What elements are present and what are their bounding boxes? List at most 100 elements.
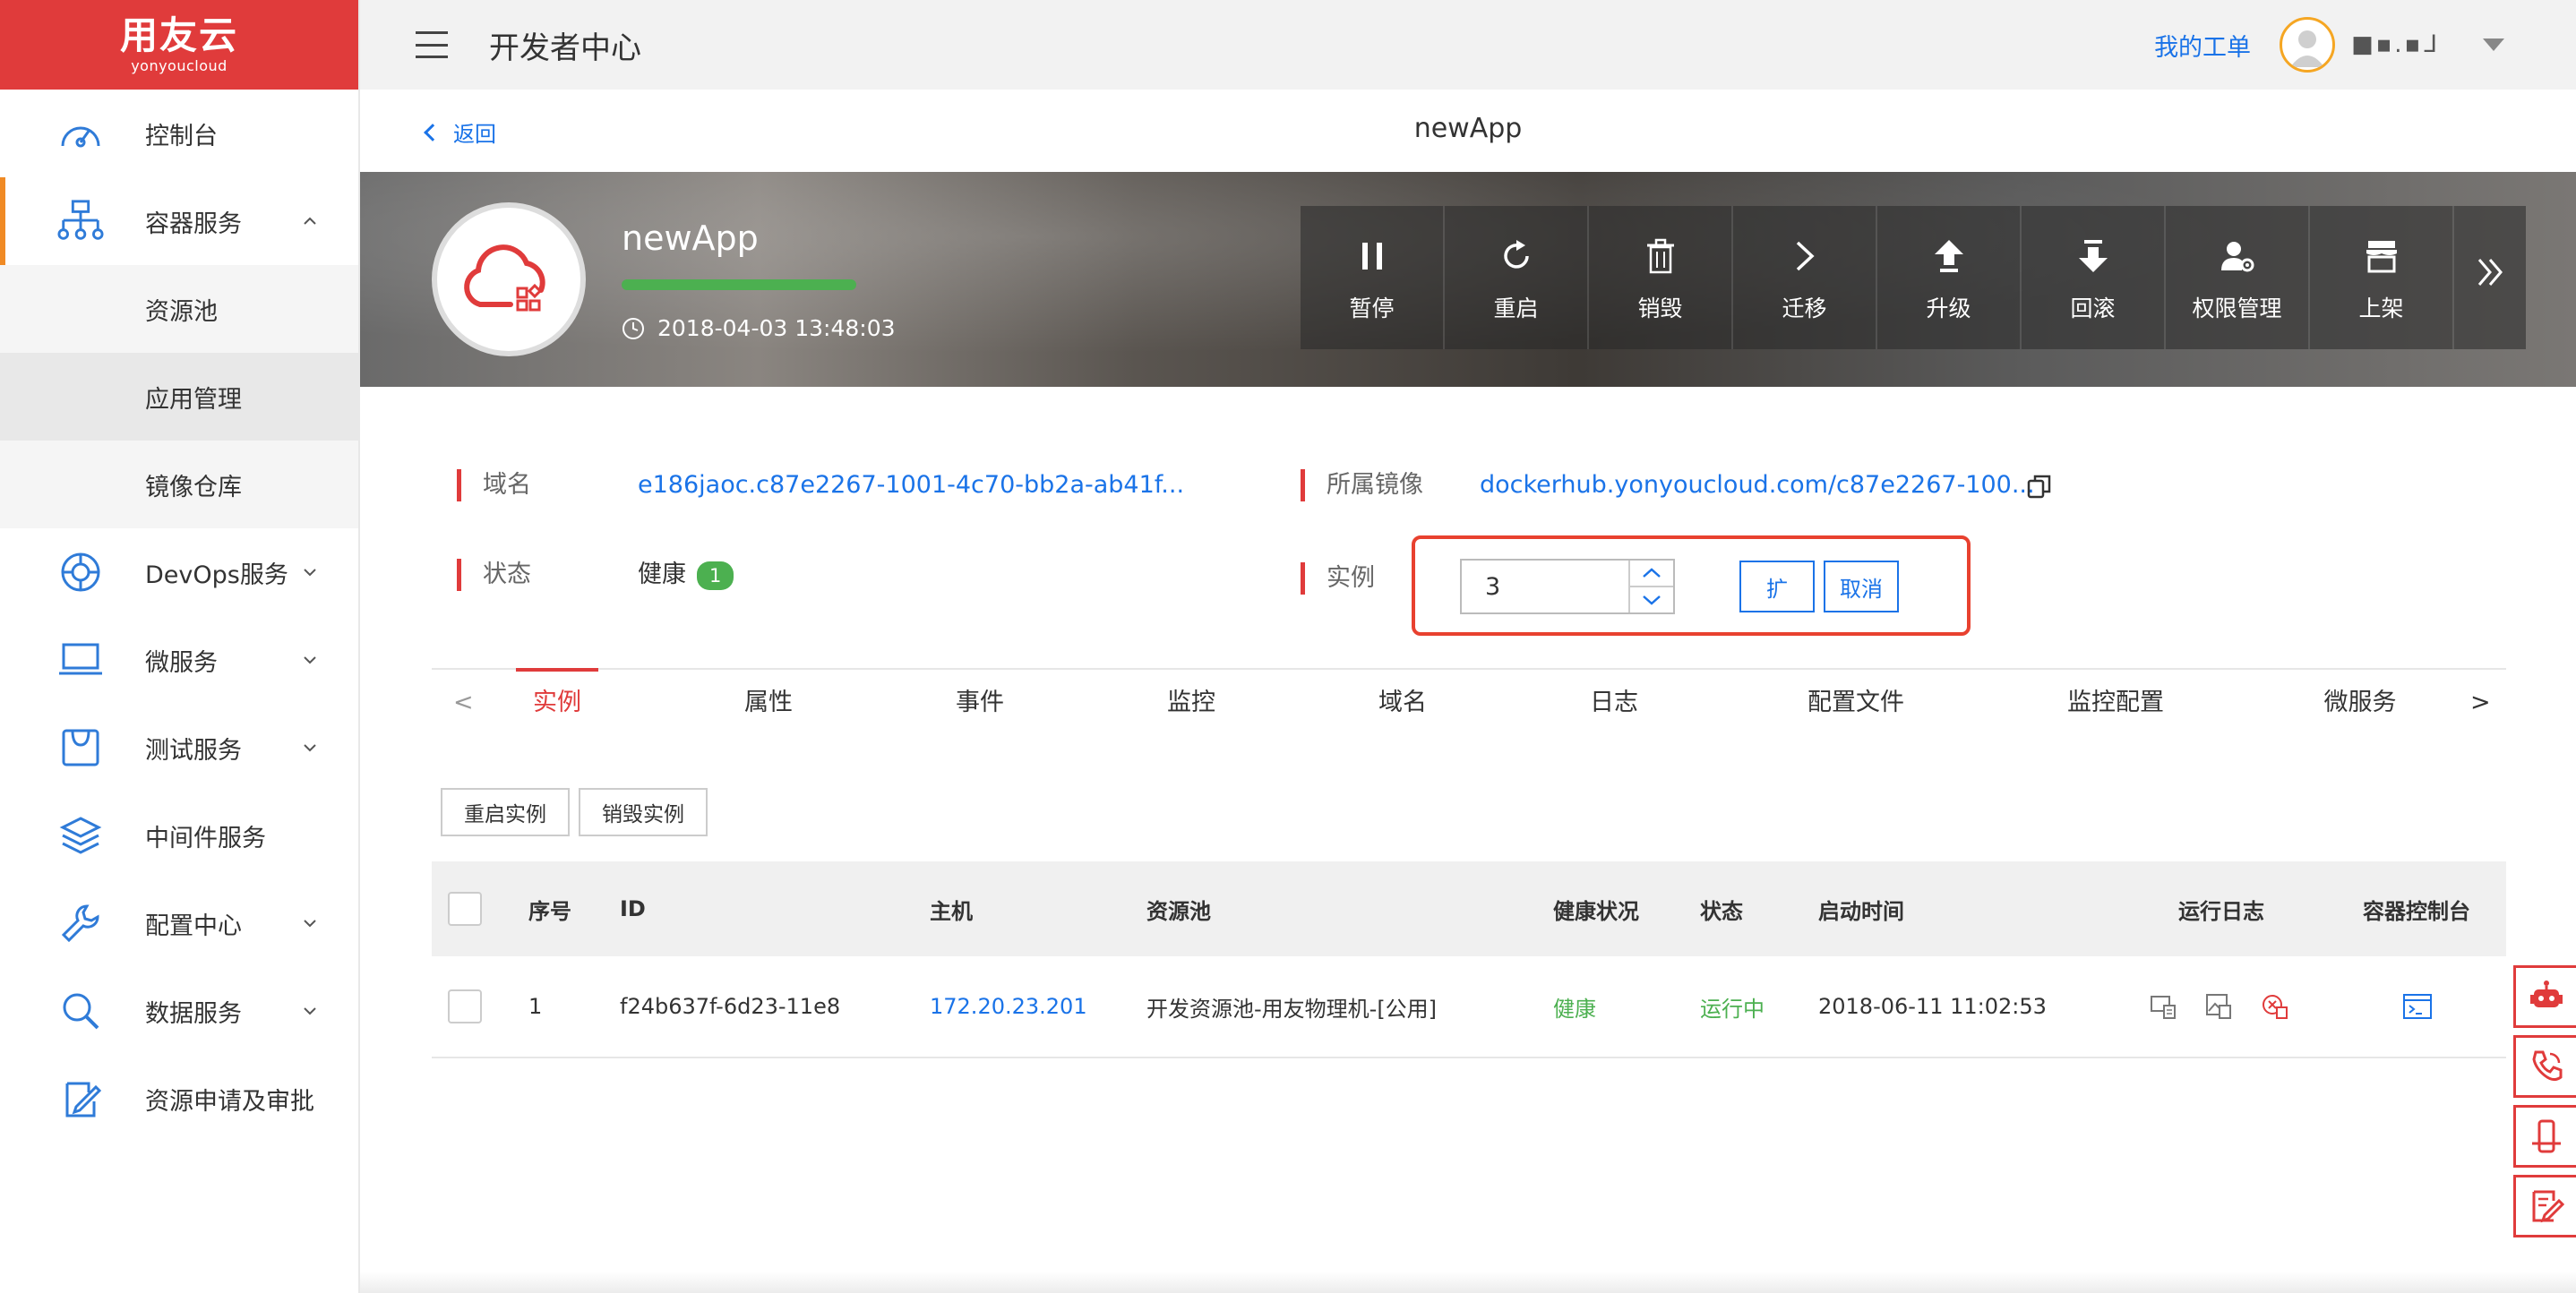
log-image-icon[interactable] — [2205, 956, 2234, 1057]
sidebar-item-devops[interactable]: DevOps服务 — [0, 528, 358, 616]
app-logo — [432, 202, 586, 356]
lifebuoy-icon — [57, 549, 104, 595]
destroy-button[interactable]: 销毁 — [1589, 206, 1733, 349]
table-header: 序号 ID 主机 资源池 健康状况 状态 启动时间 运行日志 容器控制台 — [432, 861, 2506, 956]
edit-document-icon — [57, 1075, 104, 1122]
row-id: f24b637f-6d23-11e8 — [620, 994, 841, 1019]
sidebar-item-resource-approval[interactable]: 资源申请及审批 — [0, 1055, 358, 1143]
cancel-button[interactable]: 取消 — [1824, 561, 1899, 612]
tab-properties[interactable]: 属性 — [736, 670, 801, 736]
mobile-icon[interactable] — [2513, 1105, 2576, 1168]
action-label: 暂停 — [1349, 295, 1395, 321]
sidebar-item-label: 配置中心 — [145, 912, 242, 940]
row-state: 运行中 — [1700, 996, 1765, 1022]
caret-down-icon[interactable] — [2483, 39, 2504, 51]
domain-value-link[interactable]: e186jaoc.c87e2267-1001-4c70-bb2a-ab41f..… — [638, 469, 1184, 501]
sidebar-item-config-center[interactable]: 配置中心 — [0, 879, 358, 967]
action-label: 销毁 — [1637, 295, 1683, 321]
created-time-value: 2018-04-03 13:48:03 — [657, 315, 896, 341]
phone-icon[interactable] — [2513, 1035, 2576, 1098]
terminal-icon[interactable] — [2402, 956, 2433, 1057]
row-checkbox[interactable] — [448, 956, 482, 1057]
log-view-icon[interactable] — [2150, 956, 2178, 1057]
sidebar-subitem-image-repo[interactable]: 镜像仓库 — [0, 441, 358, 528]
tab-next-arrow[interactable]: > — [2470, 670, 2491, 736]
sidebar-item-data-service[interactable]: 数据服务 — [0, 967, 358, 1055]
sidebar-item-label: DevOps服务 — [145, 561, 288, 589]
sidebar-item-console[interactable]: 控制台 — [0, 90, 358, 177]
sidebar-item-label: 数据服务 — [145, 999, 242, 1028]
col-run-logs: 运行日志 — [2178, 898, 2264, 924]
destroy-instances-button[interactable]: 销毁实例 — [579, 788, 708, 836]
col-host: 主机 — [930, 898, 973, 924]
feedback-icon[interactable] — [2513, 1175, 2576, 1237]
dashboard-icon — [57, 110, 104, 157]
user-area: 我的工单 ■▪.▪ᒧ — [2154, 0, 2504, 90]
brand-name-en: yonyoucloud — [131, 56, 228, 74]
row-host-link[interactable]: 172.20.23.201 — [930, 956, 1087, 1057]
restart-button[interactable]: 重启 — [1445, 206, 1589, 349]
col-start-time: 启动时间 — [1818, 898, 1904, 924]
tab-prev-arrow[interactable]: < — [453, 670, 474, 736]
sub-header: newApp 返回 — [360, 90, 2576, 172]
upgrade-button[interactable]: 升级 — [1877, 206, 2022, 349]
sidebar-item-container-service[interactable]: 容器服务 — [0, 177, 358, 265]
chevron-down-icon — [303, 879, 317, 967]
avatar[interactable] — [2280, 17, 2336, 73]
tab-domains[interactable]: 域名 — [1370, 670, 1435, 736]
brand-logo[interactable]: 用友云 yonyoucloud — [0, 0, 358, 90]
rollback-button[interactable]: 回滚 — [2022, 206, 2166, 349]
image-value-link[interactable]: dockerhub.yonyoucloud.com/c87e2267-100..… — [1480, 469, 2035, 501]
copy-icon[interactable] — [2026, 473, 2053, 506]
tab-monitoring[interactable]: 监控 — [1159, 670, 1224, 736]
sidebar-item-middleware[interactable]: 中间件服务 — [0, 792, 358, 879]
more-actions-button[interactable] — [2454, 206, 2526, 349]
my-tickets-link[interactable]: 我的工单 — [2154, 28, 2251, 63]
sidebar-item-label: 中间件服务 — [145, 824, 266, 852]
tab-events[interactable]: 事件 — [948, 670, 1012, 736]
sidebar-subitem-app-management[interactable]: 应用管理 — [0, 353, 358, 441]
sidebar-item-label: 资源申请及审批 — [145, 1087, 314, 1116]
stepper-down-icon[interactable] — [1630, 586, 1673, 612]
sidebar-subitem-resource-pool[interactable]: 资源池 — [0, 265, 358, 353]
tab-microservices[interactable]: 微服务 — [2313, 670, 2408, 736]
action-label: 升级 — [1926, 295, 1971, 321]
permission-button[interactable]: 权限管理 — [2166, 206, 2310, 349]
publish-button[interactable]: 上架 — [2310, 206, 2454, 349]
sidebar-item-microservice[interactable]: 微服务 — [0, 616, 358, 704]
laptop-icon — [57, 637, 104, 683]
scale-button[interactable]: 扩 — [1739, 561, 1815, 612]
tab-monitor-config[interactable]: 监控配置 — [2053, 670, 2178, 736]
status-count-badge: 1 — [697, 561, 734, 590]
back-link[interactable]: 返回 — [424, 116, 496, 148]
cloud-app-icon — [464, 244, 545, 312]
col-pool: 资源池 — [1146, 898, 1211, 924]
migrate-button[interactable]: 迁移 — [1733, 206, 1877, 349]
log-error-icon[interactable] — [2261, 956, 2289, 1057]
instance-count-input[interactable]: 3 — [1460, 559, 1675, 614]
instance-count-value: 3 — [1485, 572, 1501, 601]
action-label: 重启 — [1493, 295, 1539, 321]
chevron-down-icon — [303, 528, 317, 616]
image-label: 所属镜像 — [1301, 469, 1423, 501]
username[interactable]: ■▪.▪ᒧ — [2351, 31, 2440, 58]
tab-config-files[interactable]: 配置文件 — [1793, 670, 1919, 736]
permission-icon — [2220, 232, 2255, 280]
pause-button[interactable]: 暂停 — [1301, 206, 1445, 349]
robot-icon[interactable] — [2513, 965, 2576, 1028]
chevron-down-icon — [303, 704, 317, 792]
sidebar: 用友云 yonyoucloud 控制台 容器服务 资源池 应用管理 镜像仓库 D… — [0, 0, 360, 1293]
sidebar-item-test-service[interactable]: 测试服务 — [0, 704, 358, 792]
restart-icon — [1498, 232, 1534, 280]
tab-logs[interactable]: 日志 — [1582, 670, 1646, 736]
pause-icon — [1359, 232, 1386, 280]
clock-icon — [623, 317, 644, 339]
stepper-up-icon[interactable] — [1630, 561, 1673, 586]
restart-instances-button[interactable]: 重启实例 — [441, 788, 570, 836]
menu-icon[interactable] — [416, 31, 448, 58]
instance-stepper — [1628, 561, 1673, 612]
chevron-down-icon — [303, 967, 317, 1055]
tab-instances[interactable]: 实例 — [516, 668, 598, 736]
rollback-icon — [2077, 232, 2109, 280]
select-all-checkbox[interactable] — [448, 861, 482, 956]
